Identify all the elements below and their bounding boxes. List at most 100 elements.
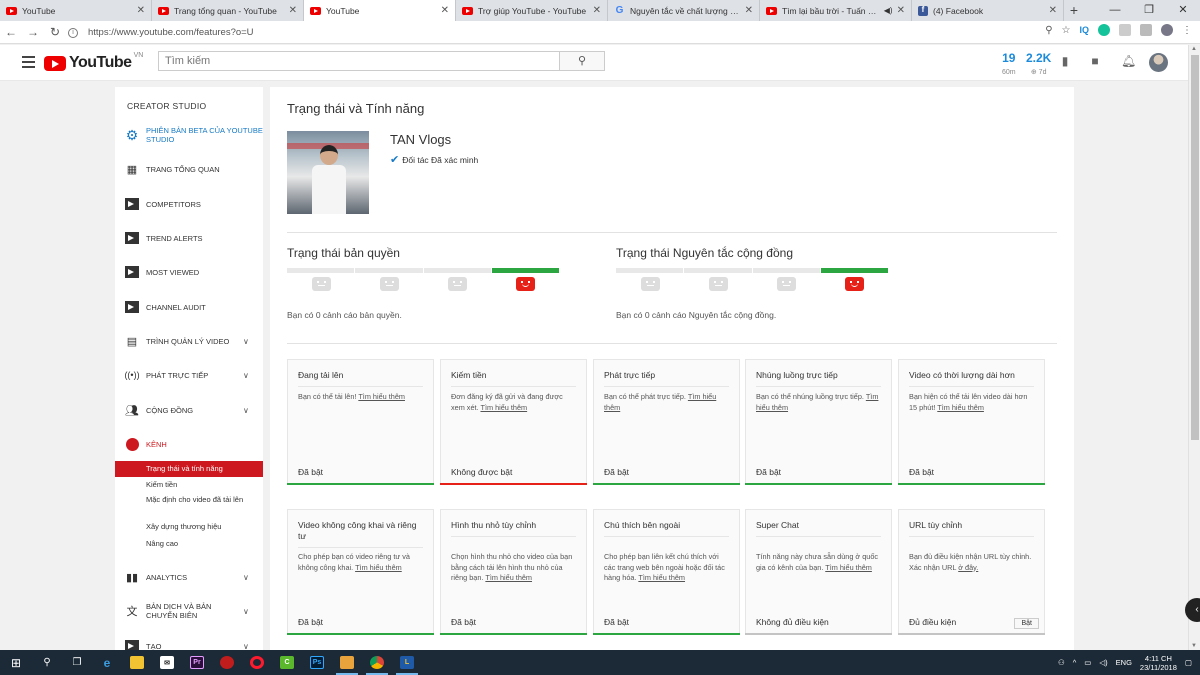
hamburger-menu-icon[interactable]	[22, 56, 35, 71]
close-tab-icon[interactable]: ✕	[137, 5, 145, 16]
creator-studio-icon[interactable]: ▮	[1058, 55, 1072, 68]
close-window-icon[interactable]: ✕	[1166, 0, 1200, 21]
browser-tab[interactable]: YouTube ✕	[0, 0, 152, 21]
edge-browser-icon[interactable]: e	[92, 650, 122, 675]
close-tab-icon[interactable]: ✕	[441, 5, 449, 16]
scroll-thumb[interactable]	[1191, 55, 1199, 440]
upload-video-icon[interactable]: ■	[1088, 55, 1102, 68]
extension-icon[interactable]	[1119, 24, 1131, 36]
grammarly-icon[interactable]	[1098, 24, 1110, 36]
close-tab-icon[interactable]: ✕	[1049, 5, 1057, 16]
sidebar-item-create[interactable]: TẠO ∨	[115, 638, 263, 650]
sidebar-item-channel-audit[interactable]: CHANNEL AUDIT	[115, 299, 263, 315]
people-icon[interactable]: ⚇	[1058, 658, 1065, 667]
learn-more-link[interactable]: Tìm hiểu thêm	[485, 573, 532, 582]
opera-icon[interactable]	[242, 650, 272, 675]
zoom-icon[interactable]: ⚲	[1045, 25, 1052, 36]
chevron-down-icon[interactable]: ∨	[243, 371, 257, 380]
sidebar-item-competitors[interactable]: COMPETITORS	[115, 196, 263, 212]
sidebar-item-most-viewed[interactable]: MOST VIEWED	[115, 264, 263, 280]
maximize-icon[interactable]: ❐	[1132, 0, 1166, 21]
forward-icon[interactable]: →	[22, 25, 44, 39]
photoshop-icon[interactable]: Ps	[302, 650, 332, 675]
extension-icon[interactable]	[1140, 24, 1152, 36]
sidebar-item-live[interactable]: ((•)) PHÁT TRỰC TIẾP ∨	[115, 367, 263, 383]
sidebar-subitem-status-features[interactable]: Trạng thái và tính năng	[115, 461, 263, 477]
learn-more-link[interactable]: Tìm hiểu thêm	[355, 563, 402, 572]
task-view-icon[interactable]: ❐	[62, 650, 92, 675]
sidebar-item-translations[interactable]: 文 BẢN DỊCH VÀ BẢN CHUYỂN BIÊN ∨	[115, 602, 263, 620]
sidebar-subitem-branding[interactable]: Xây dựng thương hiệu	[115, 522, 263, 532]
learn-more-link[interactable]: Tìm hiểu thêm	[825, 563, 872, 572]
scroll-up-icon[interactable]: ▲	[1191, 46, 1197, 52]
search-icon[interactable]: ⚲	[32, 650, 62, 675]
enable-custom-url-button[interactable]: Bật	[1014, 618, 1039, 629]
chevron-down-icon[interactable]: ∨	[243, 406, 257, 415]
browser-tab[interactable]: YouTube ✕	[304, 0, 456, 21]
youtube-logo[interactable]: YouTube VN	[44, 52, 143, 72]
learn-more-link[interactable]: Tìm hiểu thêm	[638, 573, 685, 582]
channel-avatar[interactable]	[287, 131, 369, 214]
close-tab-icon[interactable]: ✕	[745, 5, 753, 16]
browser-tab[interactable]: f (4) Facebook ✕	[912, 0, 1064, 21]
new-tab-icon[interactable]: +	[1064, 0, 1084, 21]
app-icon[interactable]: L	[392, 650, 422, 675]
browser-tab[interactable]: Trợ giúp YouTube - YouTube ✕	[456, 0, 608, 21]
minimize-icon[interactable]: —	[1098, 0, 1132, 21]
notification-bell-icon[interactable]: 🔔︎	[1121, 55, 1136, 68]
system-clock[interactable]: 4:11 CH 23/11/2018	[1140, 654, 1177, 672]
browser-tab[interactable]: G Nguyên tắc về chất lượng dành c ✕	[608, 0, 760, 21]
notifications-icon[interactable]: ▢	[1185, 658, 1192, 667]
sidebar-item-analytics[interactable]: ▮▮ ANALYTICS ∨	[115, 569, 263, 585]
subscriber-stat[interactable]: 2.2K ⊕ 7d	[1026, 51, 1051, 77]
search-button[interactable]: ⚲	[559, 51, 605, 71]
sidebar-item-dashboard[interactable]: ▦ TRANG TỔNG QUAN	[115, 161, 263, 177]
chevron-down-icon[interactable]: ∨	[243, 607, 257, 616]
volume-icon[interactable]: ◁)	[1099, 658, 1107, 667]
learn-more-link[interactable]: Tìm hiểu thêm	[358, 392, 405, 401]
chrome-icon[interactable]	[362, 650, 392, 675]
sidebar-item-video-manager[interactable]: ▤ TRÌNH QUẢN LÝ VIDEO ∨	[115, 333, 263, 349]
network-icon[interactable]: ▭	[1084, 658, 1091, 667]
premiere-icon[interactable]: Pr	[182, 650, 212, 675]
learn-more-link[interactable]: ở đây.	[958, 563, 978, 572]
file-explorer-icon[interactable]	[122, 650, 152, 675]
sidebar-item-trend-alerts[interactable]: TREND ALERTS	[115, 230, 263, 246]
sidebar-subitem-monetization[interactable]: Kiếm tiền	[115, 480, 263, 490]
account-avatar[interactable]	[1149, 53, 1168, 72]
close-tab-icon[interactable]: ✕	[289, 5, 297, 16]
sidebar-item-community[interactable]: 👥︎ CỘNG ĐỒNG ∨	[115, 402, 263, 418]
audio-playing-icon[interactable]: ◀)	[884, 6, 893, 15]
back-icon[interactable]: ←	[0, 25, 22, 39]
page-scrollbar[interactable]: ▲ ▼	[1188, 45, 1200, 650]
profile-icon[interactable]	[1161, 24, 1173, 36]
sidebar-subitem-advanced[interactable]: Nâng cao	[115, 539, 263, 549]
close-tab-icon[interactable]: ✕	[593, 5, 601, 16]
learn-more-link[interactable]: Tìm hiểu thêm	[480, 403, 527, 412]
chevron-down-icon[interactable]: ∨	[243, 573, 257, 582]
mail-icon[interactable]: ✉	[152, 650, 182, 675]
info-icon[interactable]: i	[68, 27, 78, 38]
sidebar-item-channel[interactable]: KÊNH	[115, 436, 263, 452]
menu-dots-icon[interactable]: ⋮	[1182, 25, 1192, 36]
realtime-views-stat[interactable]: 19 60m	[1002, 51, 1016, 77]
chevron-down-icon[interactable]: ∨	[243, 642, 257, 651]
browser-tab[interactable]: Tìm lại bầu trời - Tuấn Hưng ◀) ✕	[760, 0, 912, 21]
windows-start-icon[interactable]: ⊞	[0, 656, 32, 670]
app-icon[interactable]	[212, 650, 242, 675]
camtasia-icon[interactable]: C	[272, 650, 302, 675]
browser-tab[interactable]: Trang tổng quan - YouTube ✕	[152, 0, 304, 21]
search-input[interactable]: Tìm kiếm	[158, 51, 560, 71]
url-field[interactable]: i https://www.youtube.com/features?o=U	[68, 24, 1088, 41]
sidebar-item-studio-beta[interactable]: ⚙ PHIÊN BẢN BETA CỦA YOUTUBE STUDIO	[115, 125, 263, 145]
iq-extension-icon[interactable]: IQ	[1079, 25, 1089, 35]
chevron-down-icon[interactable]: ∨	[243, 337, 257, 346]
chevron-up-icon[interactable]: ^	[1073, 658, 1077, 667]
close-tab-icon[interactable]: ✕	[897, 5, 905, 16]
language-indicator[interactable]: ENG	[1116, 658, 1132, 667]
sidebar-subitem-upload-defaults[interactable]: Mặc định cho video đã tải lên	[115, 495, 250, 505]
bookmark-star-icon[interactable]: ☆	[1062, 25, 1071, 36]
reload-icon[interactable]: ↻	[44, 25, 66, 39]
scroll-down-icon[interactable]: ▼	[1191, 643, 1197, 649]
learn-more-link[interactable]: Tìm hiểu thêm	[937, 403, 984, 412]
